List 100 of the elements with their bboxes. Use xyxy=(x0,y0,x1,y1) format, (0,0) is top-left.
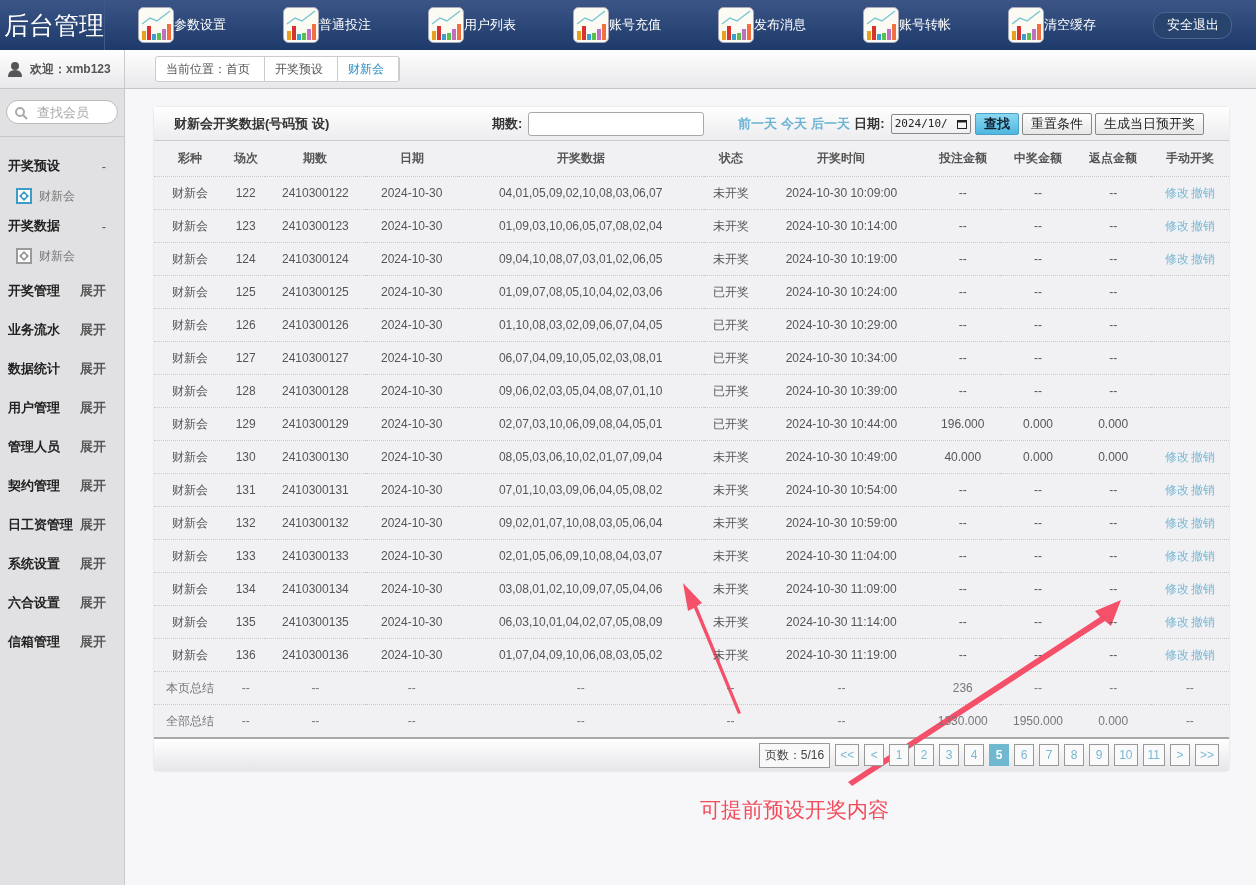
page-button[interactable]: 1 xyxy=(889,744,910,766)
table-cell: 1950.000 xyxy=(1012,714,1063,728)
breadcrumb-link[interactable]: 财新会 xyxy=(338,57,399,81)
date-input[interactable]: 2024/10/ xyxy=(890,113,971,134)
sidebar-group[interactable]: 契约管理 xyxy=(8,476,60,495)
member-search-field[interactable]: 查找会员 xyxy=(6,100,118,124)
table-cell: -- xyxy=(1109,186,1118,200)
sidebar-group[interactable]: 数据统计 xyxy=(8,359,60,378)
row-action-link[interactable]: 修改 xyxy=(1163,217,1190,235)
table-cell: 全部总结 xyxy=(166,713,215,728)
expand-toggle[interactable]: 展开 xyxy=(80,593,106,612)
table-cell: -- xyxy=(1034,549,1042,563)
page-button[interactable]: 6 xyxy=(1014,744,1035,766)
page-button[interactable]: 9 xyxy=(1089,744,1110,766)
row-action-link[interactable]: 撤销 xyxy=(1189,250,1216,268)
bar-chart-icon[interactable] xyxy=(573,7,609,43)
expand-toggle[interactable]: 展开 xyxy=(80,359,106,378)
row-action-link[interactable]: 修改 xyxy=(1163,250,1190,268)
sidebar-group[interactable]: 开奖管理 xyxy=(8,281,60,300)
bar-chart-icon[interactable] xyxy=(283,7,319,43)
nav-link[interactable]: 发布消息 xyxy=(754,16,806,34)
row-action-link[interactable]: 修改 xyxy=(1163,514,1190,532)
bar-chart-icon[interactable] xyxy=(1008,7,1044,43)
row-action-link[interactable]: 撤销 xyxy=(1189,481,1216,499)
nav-link[interactable]: 普通投注 xyxy=(319,16,371,34)
page-button[interactable]: 4 xyxy=(964,744,985,766)
action-button[interactable]: 重置条件 xyxy=(1021,112,1092,135)
action-button[interactable]: 查找 xyxy=(974,112,1019,135)
row-action-link[interactable]: 修改 xyxy=(1163,184,1190,202)
page-button[interactable]: 7 xyxy=(1039,744,1060,766)
row-action-link[interactable]: 撤销 xyxy=(1189,184,1216,202)
period-input[interactable] xyxy=(528,111,705,136)
page-button[interactable]: 10 xyxy=(1114,744,1138,766)
row-action-link[interactable]: 修改 xyxy=(1163,547,1190,565)
table-cell: -- xyxy=(1034,582,1042,596)
breadcrumb-link[interactable]: 当前位置：首页 xyxy=(156,57,265,81)
sidebar-group[interactable]: 用户管理 xyxy=(8,398,60,417)
table-cell: -- xyxy=(1034,681,1042,695)
page-button[interactable]: < xyxy=(864,744,885,766)
table-cell: -- xyxy=(1109,516,1118,530)
page-button[interactable]: 5 xyxy=(989,744,1010,766)
nav-link[interactable]: 用户列表 xyxy=(464,16,516,34)
bar-chart-icon[interactable] xyxy=(428,7,464,43)
expand-toggle[interactable]: - xyxy=(101,158,106,174)
row-action-link[interactable]: 撤销 xyxy=(1189,646,1216,664)
expand-toggle[interactable]: 展开 xyxy=(80,632,106,651)
page-button[interactable]: >> xyxy=(1195,744,1219,766)
row-action-link[interactable]: 修改 xyxy=(1163,646,1190,664)
bar-chart-icon[interactable] xyxy=(863,7,899,43)
breadcrumb-link[interactable]: 开奖预设 xyxy=(265,57,338,81)
page-info: 页数：5/16 xyxy=(758,742,831,768)
row-action-link[interactable]: 修改 xyxy=(1163,580,1190,598)
row-action-link[interactable]: 撤销 xyxy=(1189,448,1216,466)
expand-toggle[interactable]: 展开 xyxy=(80,320,106,339)
table-cell: -- xyxy=(576,714,585,728)
row-action-link[interactable]: 修改 xyxy=(1163,448,1190,466)
nav-link[interactable]: 参数设置 xyxy=(174,16,226,34)
bar-chart-icon[interactable] xyxy=(138,7,174,43)
page-button[interactable]: 3 xyxy=(939,744,960,766)
page-button[interactable]: << xyxy=(835,744,860,766)
sidebar-group[interactable]: 日工资管理 xyxy=(8,515,73,534)
expand-toggle[interactable]: 展开 xyxy=(80,515,106,534)
sidebar-group[interactable]: 开奖数据 xyxy=(8,217,60,235)
day-link[interactable]: 前一天 xyxy=(738,114,778,133)
action-button[interactable]: 生成当日预开奖 xyxy=(1094,112,1204,135)
expand-toggle[interactable]: 展开 xyxy=(80,281,106,300)
page-button[interactable]: > xyxy=(1170,744,1190,766)
expand-toggle[interactable]: 展开 xyxy=(80,476,106,495)
logout-button[interactable]: 安全退出 xyxy=(1153,11,1232,39)
nav-link[interactable]: 清空缓存 xyxy=(1044,16,1096,34)
bar-chart-icon[interactable] xyxy=(718,7,754,43)
sidebar-group[interactable]: 管理人员 xyxy=(8,437,60,456)
table-cell: 0.000 xyxy=(1098,450,1129,464)
page-button[interactable]: 2 xyxy=(914,744,935,766)
row-action-link[interactable]: 撤销 xyxy=(1189,613,1216,631)
sidebar-item[interactable]: 财新会 xyxy=(39,247,75,265)
expand-toggle[interactable]: - xyxy=(101,218,106,234)
expand-toggle[interactable]: 展开 xyxy=(80,398,106,417)
nav-link[interactable]: 账号转帐 xyxy=(899,16,951,34)
row-action-link[interactable]: 撤销 xyxy=(1189,547,1216,565)
expand-toggle[interactable]: 展开 xyxy=(80,554,106,573)
sidebar-group[interactable]: 六合设置 xyxy=(8,593,60,612)
row-action-link[interactable]: 撤销 xyxy=(1189,217,1216,235)
page-button[interactable]: 8 xyxy=(1064,744,1085,766)
page-button[interactable]: 11 xyxy=(1142,744,1165,766)
day-link[interactable]: 今天 xyxy=(781,114,808,133)
table-cell: 127 xyxy=(235,351,256,365)
sidebar-group[interactable]: 信箱管理 xyxy=(8,632,60,651)
row-action-link[interactable]: 修改 xyxy=(1163,613,1190,631)
sidebar-group[interactable]: 开奖预设 xyxy=(8,157,60,175)
sidebar-group[interactable]: 业务流水 xyxy=(8,320,60,339)
row-action-link[interactable]: 撤销 xyxy=(1189,514,1216,532)
day-link[interactable]: 后一天 xyxy=(811,114,851,133)
row-action-link[interactable]: 修改 xyxy=(1163,481,1190,499)
sidebar-group[interactable]: 系统设置 xyxy=(8,554,60,573)
expand-toggle[interactable]: 展开 xyxy=(80,437,106,456)
sidebar-item[interactable]: 财新会 xyxy=(39,187,75,205)
nav-link[interactable]: 账号充值 xyxy=(609,16,661,34)
row-action-link[interactable]: 撤销 xyxy=(1189,580,1216,598)
table-cell: -- xyxy=(311,681,320,695)
